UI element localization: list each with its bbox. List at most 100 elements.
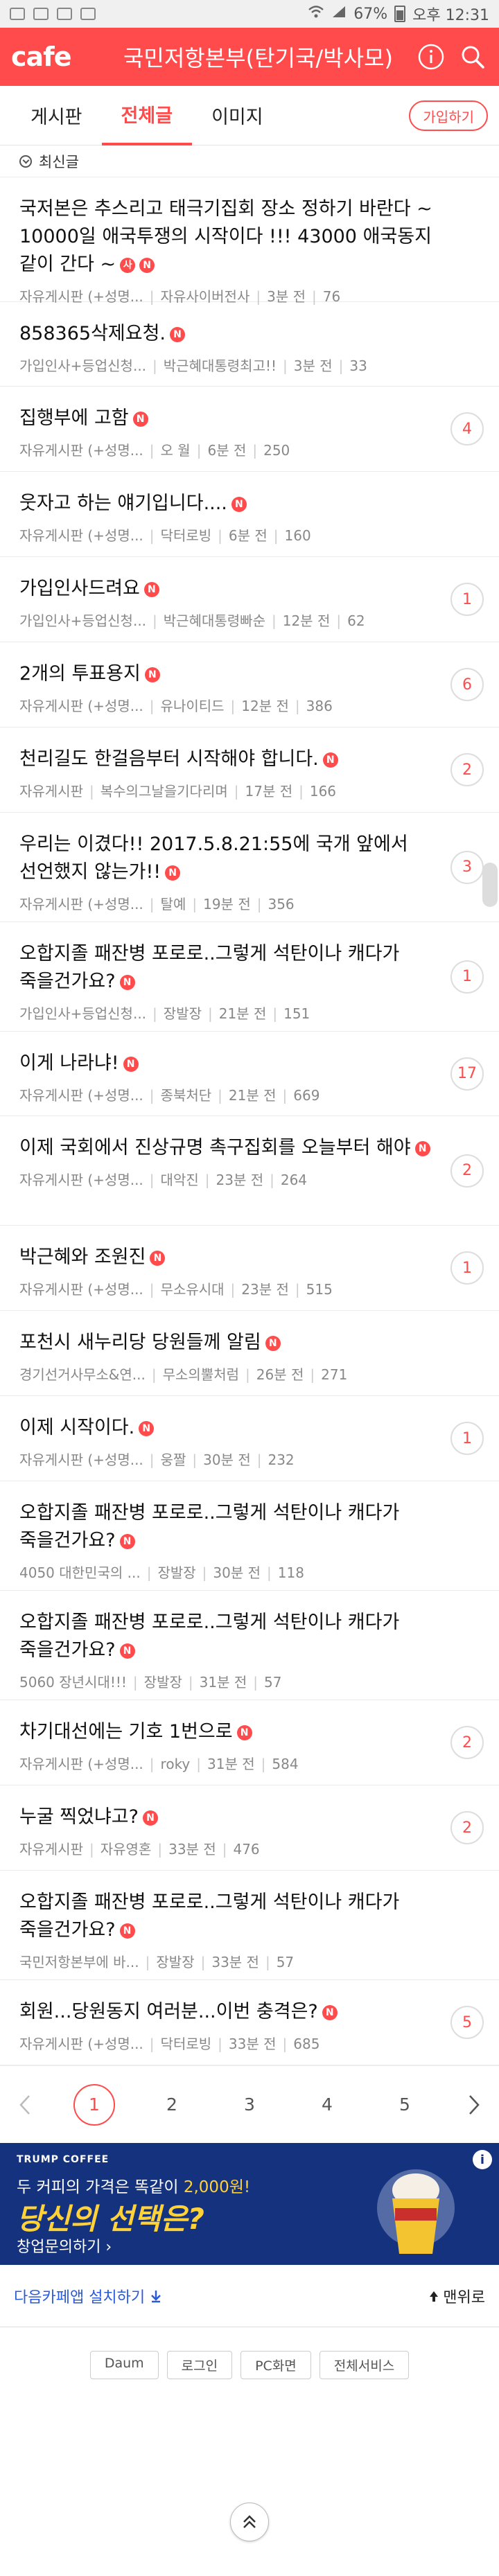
tab-board[interactable]: 게시판 [11,86,102,145]
scroll-up-button[interactable] [230,2503,269,2541]
post-title[interactable]: 이게 나라냐! N [19,1050,480,1077]
sort-label: 최신글 [39,153,79,170]
comment-count[interactable]: 6 [450,668,484,701]
post-title[interactable]: 가입인사드려요 N [19,575,480,603]
battery-icon [394,6,406,22]
post-item[interactable]: 박근혜와 조원진 N 자유게시판 (+성명... | 무소유시대 | 23분 전 | 515 1 [0,1226,499,1311]
next-page-icon[interactable] [462,2092,487,2117]
post-title-text: 오합지졸 패잔병 포로로..그렇게 석탄이나 캐다가 죽을건가요? [19,1612,400,1661]
comment-count[interactable]: 2 [450,1154,484,1188]
post-title[interactable]: 국저본은 추스리고 태극기집회 장소 정하기 바란다 ~ 10000일 애국투쟁… [19,195,480,279]
post-title[interactable]: 오합지졸 패잔병 포로로..그렇게 석탄이나 캐다가 죽을건가요? N [19,940,480,996]
search-icon[interactable] [457,42,488,72]
post-item[interactable]: 오합지졸 패잔병 포로로..그렇게 석탄이나 캐다가 죽을건가요? N 5060 장… [0,1591,499,1700]
footer-bar: 다음카페앱 설치하기 맨위로 [0,2265,499,2327]
post-board: 자유게시판 (+성명... [19,1172,143,1188]
page-1[interactable]: 1 [73,2083,115,2126]
scroll-top-link[interactable]: 맨위로 [429,2285,485,2307]
post-title[interactable]: 오합지졸 패잔병 포로로..그렇게 석탄이나 캐다가 죽을건가요? N [19,1889,480,1944]
post-title[interactable]: 차기대선에는 기호 1번으로 N [19,1718,480,1746]
tab-images[interactable]: 이미지 [192,86,283,145]
page-4[interactable]: 4 [306,2084,348,2126]
post-title[interactable]: 누굴 찍었냐고? N [19,1803,480,1831]
post-item[interactable]: 회원...당원동지 여러분...이번 충격은? N 자유게시판 (+성명... | 닥터… [0,1980,499,2065]
join-button[interactable]: 가입하기 [409,100,488,131]
post-item[interactable]: 오합지졸 패잔병 포로로..그렇게 석탄이나 캐다가 죽을건가요? N 4050 대… [0,1481,499,1591]
page-3[interactable]: 3 [229,2084,270,2126]
all-services-link[interactable]: 전체서비스 [319,2351,410,2379]
post-item[interactable]: 오합지졸 패잔병 포로로..그렇게 석탄이나 캐다가 죽을건가요? N 국민저항본부… [0,1871,499,1980]
comment-count[interactable]: 1 [450,1251,484,1285]
post-item[interactable]: 차기대선에는 기호 1번으로 N 자유게시판 (+성명... | roky | 31분 전 |… [0,1700,499,1785]
post-board: 자유게시판 [19,783,83,800]
new-badge: N [170,326,186,342]
meta-separator: | [252,442,258,459]
post-item[interactable]: 집행부에 고함 N 자유게시판 (+성명... | 오 월 | 6분 전 | 250 4 [0,387,499,472]
post-item[interactable]: 천리길도 한걸음부터 시작해야 합니다. N 자유게시판 | 복수의그날을기다리며 | 17… [0,727,499,813]
post-title[interactable]: 이제 국회에서 진상규명 촉구집회를 오늘부터 해야 N [19,1134,480,1162]
post-item[interactable]: 국저본은 추스리고 태극기집회 장소 정하기 바란다 ~ 10000일 애국투쟁… [0,177,499,305]
pc-view-link[interactable]: PC화면 [240,2351,311,2379]
new-badge: N [142,1810,158,1826]
post-item[interactable]: 웃자고 하는 얘기입니다.... N 자유게시판 (+성명... | 닥터로빙 | 6분 전… [0,472,499,557]
post-views: 584 [272,1756,299,1772]
comment-count[interactable]: 5 [450,2006,484,2039]
comment-count[interactable]: 1 [450,960,484,994]
post-title[interactable]: 박근혜와 조원진 N [19,1244,480,1271]
cafe-logo[interactable]: cafe [11,42,112,72]
post-title[interactable]: 이제 시작이다. N [19,1414,480,1442]
post-time: 26분 전 [256,1366,304,1383]
post-item[interactable]: 858365삭제요청. N 가입인사+등업신청... | 박근혜대통령최고!! | 3분 전… [0,302,499,387]
post-item[interactable]: 오합지졸 패잔병 포로로..그렇게 석탄이나 캐다가 죽을건가요? N 가입인사+등… [0,922,499,1032]
post-item[interactable]: 이게 나라냐! N 자유게시판 (+성명... | 종북처단 | 21분 전 | 669 17 [0,1032,499,1116]
post-title[interactable]: 집행부에 고함 N [19,405,480,432]
comment-count[interactable]: 4 [450,412,484,445]
post-title[interactable]: 2개의 투표용지 N [19,660,480,688]
post-title[interactable]: 포천시 새누리당 당원들께 알림 N [19,1329,480,1357]
post-item[interactable]: 가입인사드려요 N 가입인사+등업신청... | 박근혜대통령빠순 | 12분 전 | 62 1 [0,557,499,642]
post-time: 23분 전 [216,1172,264,1188]
prev-page-icon[interactable] [12,2092,37,2117]
post-title[interactable]: 858365삭제요청. N [19,320,480,348]
ad-cta[interactable]: 창업문의하기 › [17,2234,112,2257]
comment-count[interactable]: 3 [450,850,484,884]
meta-separator: | [338,358,344,374]
comment-count[interactable]: 2 [450,753,484,786]
cafe-name[interactable]: 국민저항본부(탄기국/박사모) [112,41,405,73]
page-2[interactable]: 2 [151,2084,193,2126]
meta-separator: | [132,1674,138,1691]
post-title[interactable]: 우리는 이겼다!! 2017.5.8.21:55에 국개 앞에서 선언했지 않는… [19,831,480,886]
daum-link[interactable]: Daum [89,2351,159,2379]
page-5[interactable]: 5 [384,2084,426,2126]
post-item[interactable]: 이제 국회에서 진상규명 촉구집회를 오늘부터 해야 N 자유게시판 (+성명...… [0,1116,499,1226]
sort-selector[interactable]: 최신글 [0,145,499,177]
post-item[interactable]: 누굴 찍었냐고? N 자유게시판 | 자유영혼 | 33분 전 | 476 2 [0,1785,499,1871]
comment-count[interactable]: 2 [450,1811,484,1844]
post-meta: 가입인사+등업신청... | 박근혜대통령최고!! | 3분 전 | 33 [19,355,480,375]
post-meta: 국민저항본부에 바... | 장발장 | 33분 전 | 57 [19,1951,480,1971]
scrollbar-thumb[interactable] [482,863,498,907]
comment-count[interactable]: 1 [450,1422,484,1455]
post-title[interactable]: 오합지졸 패잔병 포로로..그렇게 석탄이나 캐다가 죽을건가요? N [19,1609,480,1664]
post-title[interactable]: 웃자고 하는 얘기입니다.... N [19,490,480,518]
post-item[interactable]: 2개의 투표용지 N 자유게시판 (+성명... | 유나이티드 | 12분 전 | 386 6 [0,642,499,727]
post-title-text: 차기대선에는 기호 1번으로 [19,1721,233,1743]
post-title-text: 회원...당원동지 여러분...이번 충격은? [19,2001,318,2022]
post-title[interactable]: 천리길도 한걸음부터 시작해야 합니다. N [19,746,480,773]
login-link[interactable]: 로그인 [166,2351,233,2379]
comment-count[interactable]: 17 [450,1057,484,1091]
post-title[interactable]: 오합지졸 패잔병 포로로..그렇게 석탄이나 캐다가 죽을건가요? N [19,1499,480,1555]
post-board: 가입인사+등업신청... [19,612,147,629]
ad-banner[interactable]: TRUMP COFFEE 두 커피의 가격은 똑같이 2,000원! 당신의 선… [0,2143,499,2265]
post-item[interactable]: 이제 시작이다. N 자유게시판 (+성명... | 웅짤 | 30분 전 | 232 1 [0,1396,499,1481]
comment-count[interactable]: 2 [450,1726,484,1759]
comment-count[interactable]: 1 [450,583,484,616]
ad-info-icon[interactable]: i [473,2150,492,2169]
meta-separator: | [149,1281,155,1298]
post-title[interactable]: 회원...당원동지 여러분...이번 충격은? N [19,1998,480,2026]
info-icon[interactable] [416,42,446,72]
post-item[interactable]: 포천시 새누리당 당원들께 알림 N 경기선거사무소&연... | 무소의뿔처럼 | 26분… [0,1311,499,1396]
install-app-link[interactable]: 다음카페앱 설치하기 [14,2285,161,2307]
tab-all-posts[interactable]: 전체글 [101,86,193,145]
post-item[interactable]: 우리는 이겼다!! 2017.5.8.21:55에 국개 앞에서 선언했지 않는… [0,813,499,922]
